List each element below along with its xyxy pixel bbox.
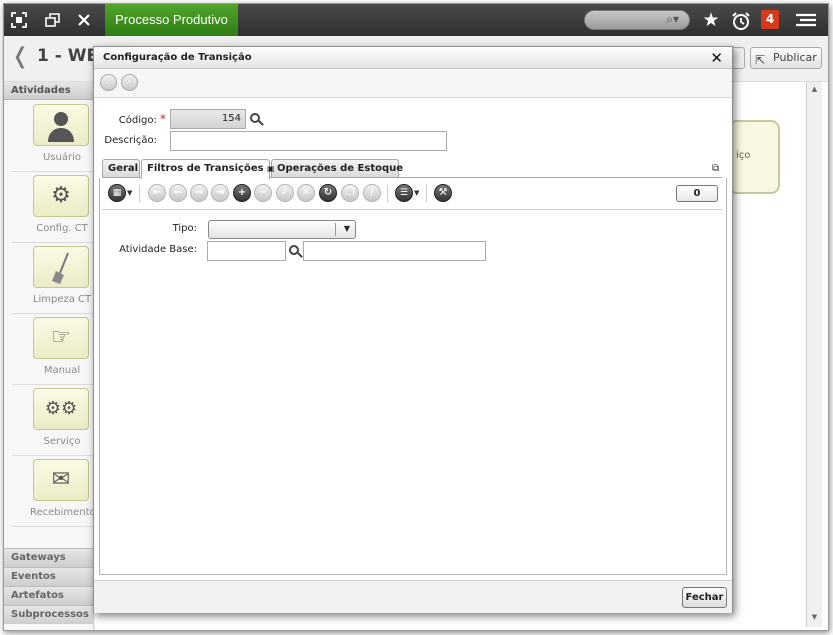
tipo-label: Tipo: [172, 223, 197, 234]
atividade-base-description-field [303, 241, 486, 261]
restore-window-icon[interactable] [44, 11, 62, 29]
envelope-icon: ✉ [33, 459, 89, 501]
palette-item-label: Config. CT [36, 223, 88, 234]
tipo-select[interactable]: ▼ [208, 220, 356, 239]
last-record-icon[interactable]: ⇥ [211, 184, 229, 202]
attach-icon[interactable]: ∕ [363, 184, 381, 202]
scroll-down-icon[interactable]: ▼ [809, 612, 820, 623]
atividade-base-search-icon[interactable] [288, 244, 303, 259]
atividade-base-code-field[interactable] [207, 241, 286, 261]
back-chevron-icon[interactable]: ❬ [11, 44, 29, 69]
palette-item-label: Usuário [42, 152, 81, 163]
confirm-icon[interactable]: ✓ [100, 74, 117, 91]
dialog-close-icon[interactable]: ✕ [710, 49, 723, 67]
dialog-title-bar: Configuração de Transição ✕ [94, 47, 732, 69]
descricao-label: Descrição: [104, 135, 157, 146]
palette-item-manual[interactable]: ☞ Manual [12, 315, 94, 385]
search-icon: ⌕▾ [666, 12, 679, 26]
cancel-edit-icon[interactable]: ✕ [297, 184, 315, 202]
record-count: 0 [676, 185, 718, 202]
palette-item-label: Manual [43, 365, 81, 376]
publish-icon: ⇱ [755, 53, 766, 67]
app-title[interactable]: Processo Produtivo [105, 4, 238, 36]
palette-item-label: Limpeza CT [32, 294, 92, 305]
page-title: 1 - WES [37, 46, 95, 66]
palette-header[interactable]: Atividades [4, 82, 93, 100]
palette-item-usuario[interactable]: Usuário [12, 102, 94, 172]
descricao-field[interactable] [170, 131, 447, 151]
user-icon [33, 104, 89, 146]
palette-section-subprocessos[interactable]: Subprocessos [4, 605, 94, 624]
save-record-icon[interactable]: ✓ [276, 184, 294, 202]
save-button[interactable] [731, 47, 745, 69]
atividade-base-label: Atividade Base: [119, 244, 197, 255]
toolbar-separator [426, 185, 427, 202]
previous-record-icon[interactable]: ← [169, 184, 187, 202]
tab-filtros-transicoes[interactable]: Filtros de Transições ▣ [141, 159, 275, 179]
grid-toolbar: ▦ ▼ ⇤ ← → ⇥ + − ✓ ✕ ↻ ❐ ∕ ☰ ▼ ⚒ [102, 178, 722, 210]
refresh-icon[interactable]: ↻ [319, 184, 337, 202]
palette-section-artefatos[interactable]: Artefatos [4, 586, 94, 605]
publish-label: Publicar [773, 51, 817, 64]
palette-item-label: Recebimento [30, 507, 96, 518]
reports-dropdown[interactable]: ☰ ▼ [395, 184, 421, 202]
palette-item-config-ct[interactable]: ⚙ Config. CT [12, 173, 94, 243]
broom-icon [33, 246, 89, 288]
remove-record-icon[interactable]: − [254, 184, 272, 202]
tab-panel [99, 178, 727, 575]
next-record-icon[interactable]: → [190, 184, 208, 202]
global-search-input[interactable]: ⌕▾ [584, 10, 690, 30]
palette-item-label: Serviço [43, 436, 81, 447]
dialog-toolbar: ✓ ✕ [94, 69, 732, 98]
tab-detach-icon[interactable]: ▣ [267, 164, 275, 173]
palette-item-limpeza-ct[interactable]: Limpeza CT [12, 244, 94, 314]
fullscreen-icon[interactable] [10, 11, 28, 29]
codigo-search-icon[interactable] [249, 112, 264, 127]
toolbar-separator [387, 185, 388, 202]
palette-section-gateways[interactable]: Gateways [4, 548, 94, 567]
grid-view-dropdown[interactable]: ▦ ▼ [108, 184, 134, 202]
top-bar: Processo Produtivo ⌕▾ ★ 4 [4, 4, 828, 36]
tab-geral[interactable]: Geral [102, 159, 140, 178]
task-node-label: iço [736, 150, 751, 161]
document-icon: ☰ [395, 184, 413, 202]
palette-section-eventos[interactable]: Eventos [4, 567, 94, 586]
codigo-label: Código: * [118, 112, 166, 126]
toolbar-separator [139, 185, 140, 202]
dialog-title: Configuração de Transição [103, 52, 252, 63]
publish-button[interactable]: ⇱ Publicar [750, 47, 822, 69]
close-icon[interactable] [75, 11, 93, 29]
activity-palette: Atividades Usuário ⚙ Config. CT Limpeza … [4, 82, 96, 630]
transition-config-dialog: Configuração de Transição ✕ ✓ ✕ Código: … [93, 46, 733, 613]
grid-icon: ▦ [108, 184, 126, 202]
first-record-icon[interactable]: ⇤ [148, 184, 166, 202]
close-button[interactable]: Fechar [682, 587, 727, 608]
palette-item-recebimento[interactable]: ✉ Recebimento [12, 457, 96, 527]
gears-icon: ⚙⚙ [33, 388, 89, 430]
wrench-icon[interactable]: ⚒ [434, 184, 452, 202]
hand-icon: ☞ [33, 317, 89, 359]
codigo-field[interactable]: 154 [170, 109, 246, 129]
tab-label: Filtros de Transições [147, 163, 264, 174]
task-node[interactable]: iço [728, 120, 780, 194]
alarm-clock-icon[interactable] [731, 11, 750, 30]
chevron-down-icon: ▼ [343, 224, 350, 233]
cancel-icon[interactable]: ✕ [121, 74, 138, 91]
star-icon[interactable]: ★ [702, 11, 720, 30]
canvas-scrollbar[interactable]: ▲ ▼ [806, 82, 822, 627]
palette-item-servico[interactable]: ⚙⚙ Serviço [12, 386, 94, 456]
tab-operacoes-estoque[interactable]: Operações de Estoque [271, 159, 403, 178]
add-record-icon[interactable]: + [233, 184, 251, 202]
dialog-footer: Fechar [94, 580, 732, 613]
menu-icon[interactable] [794, 11, 818, 29]
notification-badge[interactable]: 4 [761, 10, 779, 29]
gear-icon: ⚙ [33, 175, 89, 217]
window-detach-icon[interactable]: ⧉ [712, 163, 719, 174]
copy-record-icon[interactable]: ❐ [341, 184, 359, 202]
scroll-up-icon[interactable]: ▲ [809, 84, 820, 95]
